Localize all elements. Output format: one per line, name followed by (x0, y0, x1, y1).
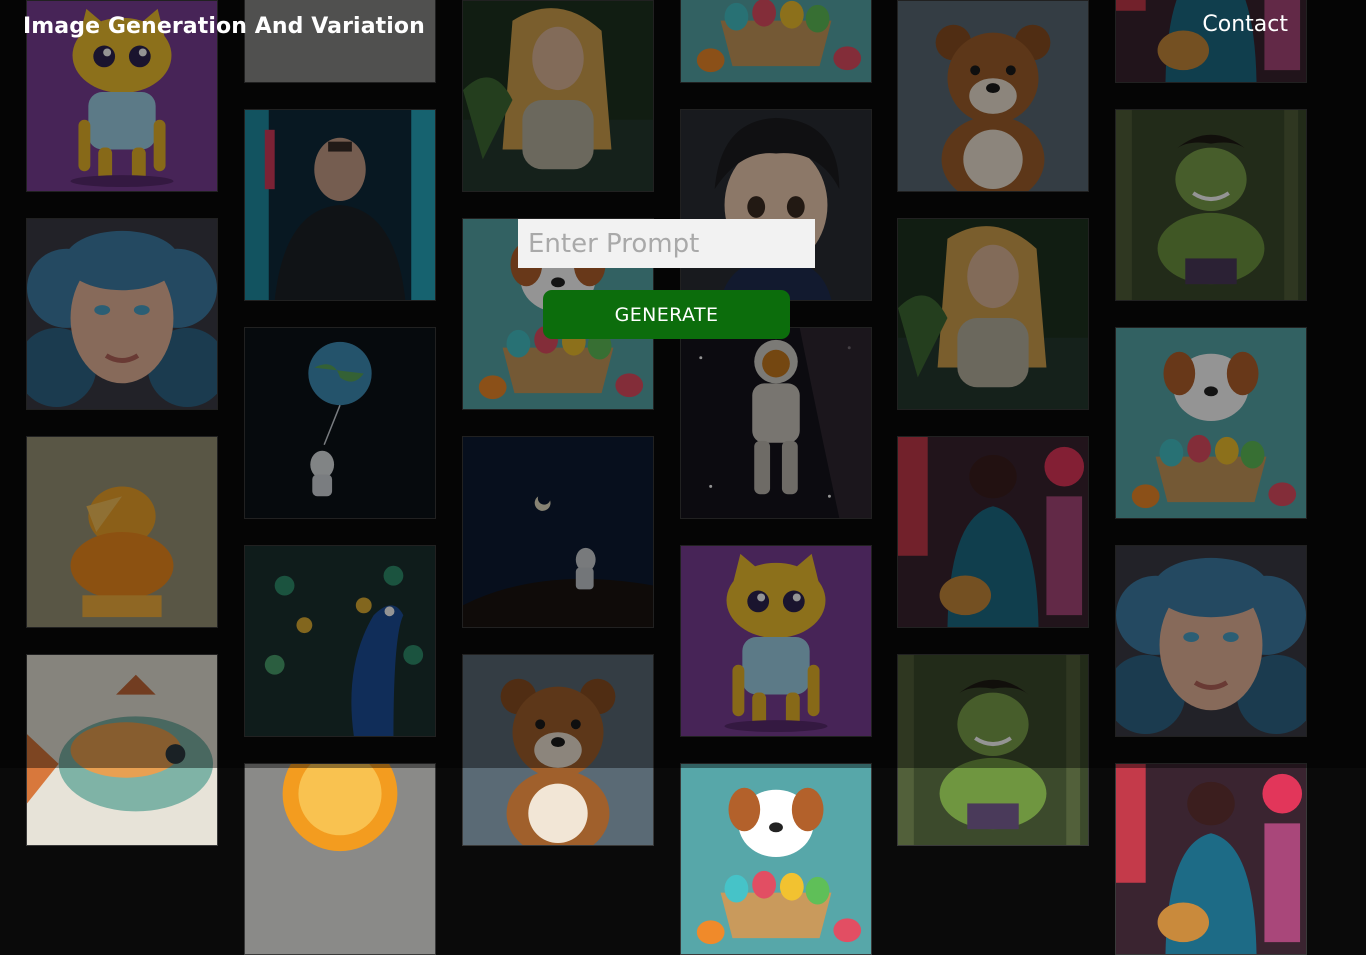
gallery-image-woman-forest (897, 218, 1089, 410)
gallery-image-puppy-easter-basket (680, 763, 872, 955)
gallery-image-puppy-easter-basket (1115, 327, 1307, 519)
image-gallery (0, 0, 1366, 955)
gallery-image-teddy-bear (462, 654, 654, 846)
gallery-image-hulk-cartoon (897, 654, 1089, 846)
contact-link[interactable]: Contact (1202, 12, 1288, 37)
gallery-image-fish-painting (26, 654, 218, 846)
gallery-image-orange-bird (26, 436, 218, 628)
generate-button[interactable]: GENERATE (543, 290, 790, 339)
gallery-image-anime-boy-city (897, 436, 1089, 628)
gallery-image-woman-forest (462, 0, 654, 192)
gallery-image-man-city-night (244, 109, 436, 301)
gallery-image-puppy-easter-basket (680, 0, 872, 83)
gallery-image-curly-hair-girl (26, 218, 218, 410)
gallery-image-cat-cartoon (680, 545, 872, 737)
gallery-image-anime-boy (680, 109, 872, 301)
gallery-image-hulk-cartoon (1115, 109, 1307, 301)
gallery-image-astronaut-moon-night (462, 436, 654, 628)
gallery-image-peacock (244, 545, 436, 737)
prompt-input[interactable] (518, 219, 815, 268)
gallery-image-curly-hair-girl (1115, 545, 1307, 737)
site-title: Image Generation And Variation (23, 14, 425, 39)
gallery-image-orange-slice (244, 763, 436, 955)
gallery-image-orange-slice (244, 0, 436, 83)
gallery-image-astronaut-space (680, 327, 872, 519)
gallery-image-teddy-bear (897, 0, 1089, 192)
gallery-image-anime-boy-city (1115, 763, 1307, 955)
gallery-image-astronaut-earth-balloon (244, 327, 436, 519)
